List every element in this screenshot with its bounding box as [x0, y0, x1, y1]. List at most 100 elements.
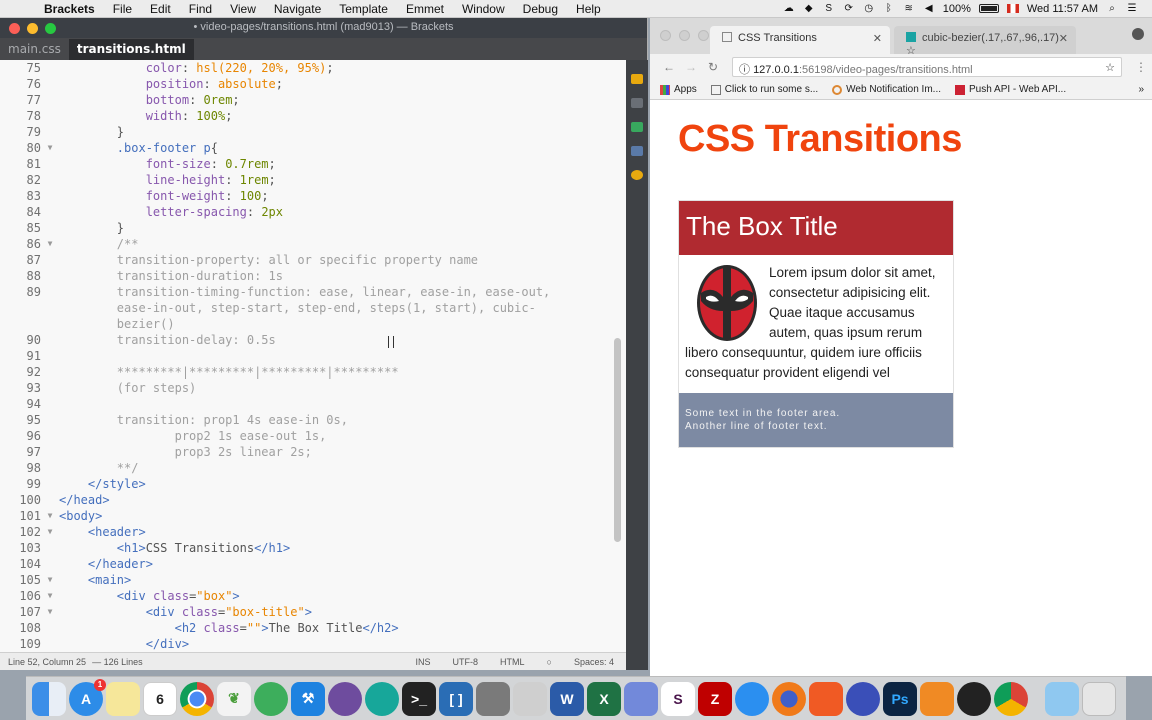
code-line[interactable]: 101 ▼ <body>	[0, 508, 624, 524]
reload-icon[interactable]: ↻	[702, 60, 724, 74]
fold-toggle-icon[interactable]: ▼	[41, 236, 59, 252]
menu-view[interactable]: View	[221, 2, 265, 16]
sync-icon[interactable]: ⟳	[843, 3, 855, 14]
info-icon[interactable]: ⓘ	[739, 64, 753, 76]
code-line[interactable]: 83 font-weight: 100;	[0, 188, 624, 204]
clock[interactable]: Wed 11:57 AM	[1027, 3, 1098, 15]
chrome-menu-icon[interactable]: ⋮	[1130, 60, 1152, 74]
menu-app-name[interactable]: Brackets	[32, 2, 104, 16]
extension-manager-icon[interactable]	[631, 98, 643, 108]
pencil-icon[interactable]	[920, 681, 954, 716]
code-line[interactable]: 78 width: 100%;	[0, 108, 624, 124]
xcode-icon[interactable]: ⚒	[291, 681, 325, 716]
fold-toggle-icon[interactable]: ▼	[41, 588, 59, 604]
code-line[interactable]: 87 transition-property: all or specific …	[0, 252, 624, 268]
terminal-icon[interactable]	[631, 146, 643, 156]
menu-debug[interactable]: Debug	[514, 2, 567, 16]
downloads-folder-icon[interactable]	[1045, 681, 1079, 716]
obs-icon[interactable]	[957, 681, 991, 716]
calculator-icon[interactable]	[476, 681, 510, 716]
menu-edit[interactable]: Edit	[141, 2, 180, 16]
code-line[interactable]: 91	[0, 348, 624, 364]
fold-toggle-icon[interactable]: ▼	[41, 508, 59, 524]
language-select[interactable]: HTML	[500, 657, 525, 667]
insert-mode[interactable]: INS	[416, 657, 431, 667]
trash-icon[interactable]	[1082, 681, 1116, 716]
fold-toggle-icon[interactable]: ▼	[41, 604, 59, 620]
code-line[interactable]: 96 prop2 1s ease-out 1s,	[0, 428, 624, 444]
code-line[interactable]: 79 }	[0, 124, 624, 140]
tab-transitions-html[interactable]: transitions.html	[68, 39, 194, 60]
slack-icon[interactable]: S	[661, 681, 695, 716]
forward-icon[interactable]: →	[680, 60, 702, 74]
bluetooth-icon[interactable]: ᛒ	[883, 3, 895, 14]
back-icon[interactable]: ←	[658, 60, 680, 74]
menu-find[interactable]: Find	[180, 2, 221, 16]
code-line[interactable]: 109 </div>	[0, 636, 624, 652]
cursor-position[interactable]: Line 52, Column 25	[8, 657, 86, 667]
code-line[interactable]: 102 ▼ <header>	[0, 524, 624, 540]
code-line[interactable]: 104 </header>	[0, 556, 624, 572]
menu-navigate[interactable]: Navigate	[265, 2, 330, 16]
code-line[interactable]: 103 <h1>CSS Transitions</h1>	[0, 540, 624, 556]
git-icon[interactable]	[631, 122, 643, 132]
notification-center-icon[interactable]: ☰	[1126, 3, 1138, 14]
wifi-icon[interactable]: ≋	[903, 3, 915, 14]
code-editor[interactable]: 75 color: hsl(220, 20%, 95%); 76 position…	[0, 60, 624, 654]
profile-icon[interactable]	[1132, 28, 1144, 40]
skype-icon[interactable]: S	[823, 3, 835, 14]
code-line[interactable]: 86 ▼ /**	[0, 236, 624, 252]
close-tab-icon[interactable]: ✕	[873, 32, 882, 45]
code-line[interactable]: 107 ▼ <div class="box-title">	[0, 604, 624, 620]
bookmarks-overflow-icon[interactable]: »	[1138, 84, 1152, 95]
chrome-zoom-button[interactable]	[698, 30, 709, 41]
code-line[interactable]: 76 position: absolute;	[0, 76, 624, 92]
code-line[interactable]: 99 </style>	[0, 476, 624, 492]
code-line[interactable]: 105 ▼ <main>	[0, 572, 624, 588]
notes-icon[interactable]	[106, 681, 140, 716]
editor-scrollbar[interactable]	[614, 338, 621, 542]
code-line[interactable]: 95 transition: prop1 4s ease-in 0s,	[0, 412, 624, 428]
code-line[interactable]: 89 transition-timing-function: ease, lin…	[0, 284, 624, 300]
indent-spaces[interactable]: Spaces: 4	[574, 657, 614, 667]
chrome-close-button[interactable]	[660, 30, 671, 41]
bookmark-run-script[interactable]: Click to run some s...	[710, 84, 818, 95]
time-machine-icon[interactable]: ◷	[863, 3, 875, 14]
discord-icon[interactable]	[624, 681, 658, 716]
nightowl-icon[interactable]	[846, 681, 880, 716]
fold-toggle-icon[interactable]: ▼	[41, 524, 59, 540]
menu-emmet[interactable]: Emmet	[397, 2, 453, 16]
firefox-icon[interactable]	[772, 681, 806, 716]
terminal-app-icon[interactable]: >_	[402, 681, 436, 716]
bookmark-web-notification[interactable]: Web Notification Im...	[832, 84, 941, 95]
code-line[interactable]: 93 (for steps)	[0, 380, 624, 396]
code-line[interactable]: 88 transition-duration: 1s	[0, 268, 624, 284]
live-preview-icon[interactable]	[631, 74, 643, 84]
code-line[interactable]: 94	[0, 396, 624, 412]
code-line[interactable]: 100 </head>	[0, 492, 624, 508]
menu-help[interactable]: Help	[567, 2, 610, 16]
dropbox-icon[interactable]: ◆	[803, 3, 815, 14]
code-line[interactable]: 106 ▼ <div class="box">	[0, 588, 624, 604]
menu-template[interactable]: Template	[330, 2, 397, 16]
battery-icon[interactable]	[978, 4, 999, 13]
code-line[interactable]: bezier()	[0, 316, 624, 332]
chrome-tab-css-transitions[interactable]: CSS Transitions ✕	[710, 26, 890, 54]
input-source-flag-icon[interactable]	[1006, 4, 1019, 13]
code-line[interactable]: 77 bottom: 0rem;	[0, 92, 624, 108]
calendar-icon[interactable]: 6	[143, 681, 177, 716]
menu-file[interactable]: File	[104, 2, 141, 16]
code-line[interactable]: 81 font-size: 0.7rem;	[0, 156, 624, 172]
encoding-select[interactable]: UTF-8	[453, 657, 479, 667]
photoshop-icon[interactable]: Ps	[883, 681, 917, 716]
volume-icon[interactable]: ◀	[923, 3, 935, 14]
bookmark-star-icon[interactable]: ☆	[1105, 61, 1115, 74]
menu-window[interactable]: Window	[453, 2, 514, 16]
close-tab-icon[interactable]: ✕	[1059, 32, 1068, 45]
github-icon[interactable]	[328, 681, 362, 716]
mongodb-icon[interactable]: ❦	[217, 681, 251, 716]
finder-icon[interactable]	[32, 681, 66, 716]
chrome-minimize-button[interactable]	[679, 30, 690, 41]
cloud-icon[interactable]: ☁	[783, 3, 795, 14]
code-line[interactable]: 97 prop3 2s linear 2s;	[0, 444, 624, 460]
